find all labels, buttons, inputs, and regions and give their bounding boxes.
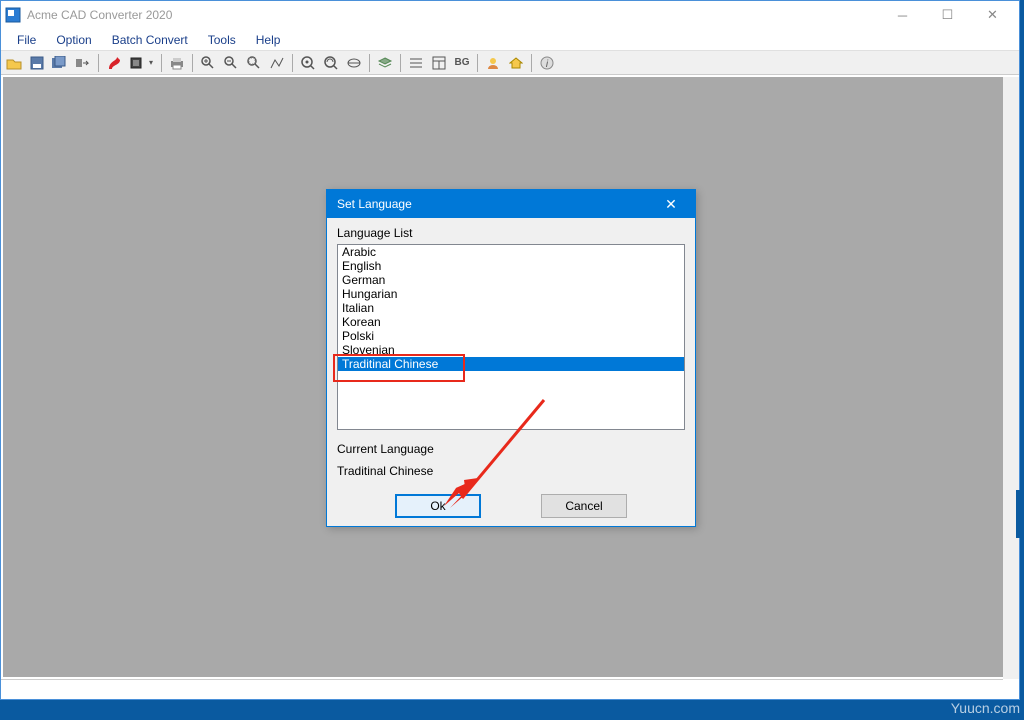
convert-icon[interactable] [72, 53, 94, 73]
menu-help[interactable]: Help [246, 31, 291, 49]
zoom-extents-icon[interactable] [266, 53, 288, 73]
properties-icon[interactable] [428, 53, 450, 73]
language-option[interactable]: Traditinal Chinese [338, 357, 684, 371]
language-option[interactable]: Slovenian [338, 343, 684, 357]
statusbar [1, 679, 1003, 699]
dialog-title: Set Language [337, 197, 657, 211]
save-all-icon[interactable] [49, 53, 71, 73]
menu-batch-convert[interactable]: Batch Convert [102, 31, 198, 49]
toolbar-separator [477, 54, 478, 72]
menu-tools[interactable]: Tools [198, 31, 246, 49]
language-listbox[interactable]: ArabicEnglishGermanHungarianItalianKorea… [337, 244, 685, 430]
titlebar-text: Acme CAD Converter 2020 [27, 8, 880, 22]
language-option[interactable]: English [338, 259, 684, 273]
rotate-icon[interactable] [320, 53, 342, 73]
titlebar: Acme CAD Converter 2020 ─ ☐ ✕ [1, 1, 1019, 29]
dialog-close-icon[interactable]: ✕ [657, 196, 685, 213]
info-icon[interactable]: i [536, 53, 558, 73]
open-icon[interactable] [3, 53, 25, 73]
zoom-window-icon[interactable] [243, 53, 265, 73]
home-icon[interactable] [505, 53, 527, 73]
dialog-buttons: Ok Cancel [337, 494, 685, 518]
dialog-body: Language List ArabicEnglishGermanHungari… [327, 218, 695, 526]
current-language-label: Current Language [337, 442, 685, 456]
set-language-dialog: Set Language ✕ Language List ArabicEngli… [326, 189, 696, 527]
ok-button[interactable]: Ok [395, 494, 481, 518]
vertical-scrollbar[interactable] [1003, 77, 1019, 679]
toolbar-separator [400, 54, 401, 72]
app-icon [5, 7, 21, 23]
toolbar-separator [531, 54, 532, 72]
dwg-icon[interactable] [126, 53, 148, 73]
menubar: File Option Batch Convert Tools Help [1, 29, 1019, 51]
desktop-edge [1016, 490, 1024, 538]
dropdown-icon[interactable]: ▾ [149, 58, 157, 67]
language-option[interactable]: Italian [338, 301, 684, 315]
zoom-in-icon[interactable] [197, 53, 219, 73]
view3d-icon[interactable] [343, 53, 365, 73]
menu-option[interactable]: Option [46, 31, 101, 49]
toolbar-separator [161, 54, 162, 72]
language-list-label: Language List [337, 226, 685, 240]
close-button[interactable]: ✕ [970, 1, 1015, 29]
menu-file[interactable]: File [7, 31, 46, 49]
list-icon[interactable] [405, 53, 427, 73]
user-icon[interactable] [482, 53, 504, 73]
language-option[interactable]: Korean [338, 315, 684, 329]
language-option[interactable]: German [338, 273, 684, 287]
print-icon[interactable] [166, 53, 188, 73]
current-language-value: Traditinal Chinese [337, 464, 685, 478]
maximize-button[interactable]: ☐ [925, 1, 970, 29]
toolbar-separator [292, 54, 293, 72]
toolbar: ▾ BG i [1, 51, 1019, 75]
cancel-button[interactable]: Cancel [541, 494, 627, 518]
dialog-titlebar[interactable]: Set Language ✕ [327, 190, 695, 218]
language-option[interactable]: Arabic [338, 245, 684, 259]
pan-icon[interactable] [297, 53, 319, 73]
pdf-icon[interactable] [103, 53, 125, 73]
watermark-text: Yuucn.com [951, 700, 1020, 716]
window-controls: ─ ☐ ✕ [880, 1, 1015, 29]
toolbar-separator [369, 54, 370, 72]
layers-icon[interactable] [374, 53, 396, 73]
save-icon[interactable] [26, 53, 48, 73]
zoom-out-icon[interactable] [220, 53, 242, 73]
language-option[interactable]: Polski [338, 329, 684, 343]
minimize-button[interactable]: ─ [880, 1, 925, 29]
toolbar-separator [98, 54, 99, 72]
bg-icon[interactable]: BG [451, 53, 473, 73]
language-option[interactable]: Hungarian [338, 287, 684, 301]
toolbar-separator [192, 54, 193, 72]
